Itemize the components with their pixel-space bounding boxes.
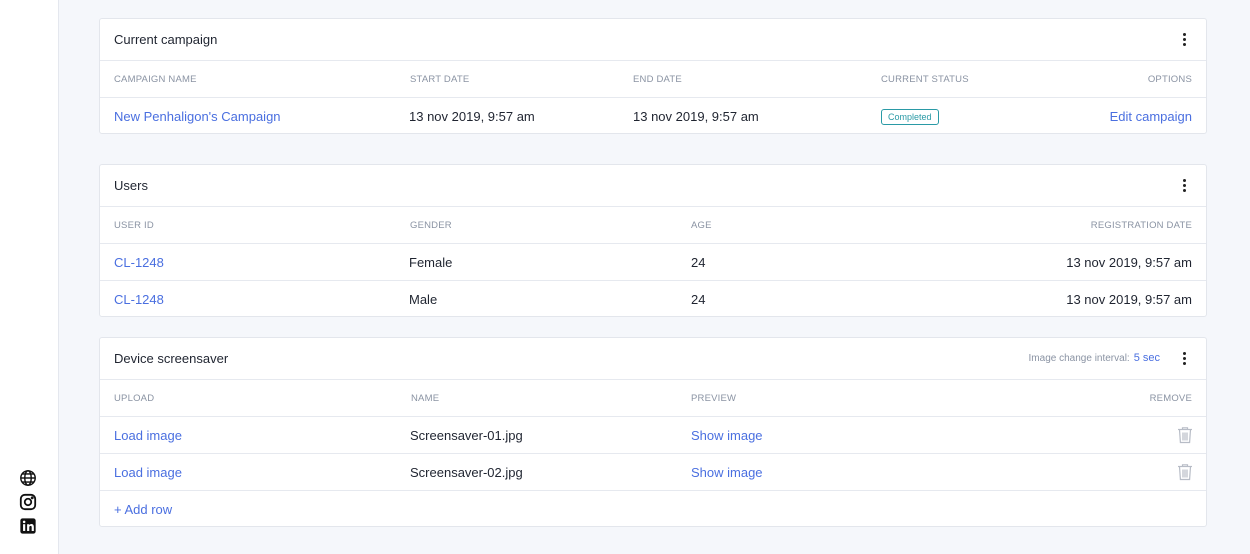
globe-icon[interactable]: [18, 468, 38, 488]
column-header: REGISTRATION DATE: [1090, 219, 1192, 231]
column-header: GENDER: [410, 219, 452, 231]
table-header: CAMPAIGN NAME START DATE END DATE CURREN…: [100, 61, 1206, 98]
trash-icon[interactable]: [1177, 454, 1193, 490]
add-row: + Add row: [100, 491, 1206, 528]
trash-icon[interactable]: [1177, 417, 1193, 453]
table-row: Load image Screensaver-02.jpg Show image: [100, 454, 1206, 491]
table-header: USER ID GENDER AGE REGISTRATION DATE: [100, 207, 1206, 244]
card-title: Users: [114, 178, 148, 193]
column-header: REMOVE: [1149, 392, 1192, 404]
column-header: PREVIEW: [691, 392, 737, 404]
user-id-link[interactable]: CL-1248: [114, 281, 164, 318]
start-date: 13 nov 2019, 9:57 am: [409, 109, 535, 124]
sidebar: [0, 0, 59, 554]
table-row: CL-1248 Male 24 13 nov 2019, 9:57 am: [100, 281, 1206, 318]
show-image-link[interactable]: Show image: [691, 454, 763, 490]
age: 24: [691, 254, 706, 270]
column-header: USER ID: [114, 219, 154, 231]
interval-label: Image change interval:: [1028, 353, 1130, 364]
column-header: CURRENT STATUS: [881, 73, 969, 85]
instagram-icon[interactable]: [18, 492, 38, 512]
column-header: END DATE: [633, 73, 682, 85]
status-cell: Completed: [881, 98, 939, 135]
card-title: Current campaign: [114, 32, 218, 47]
file-name: Screensaver-02.jpg: [410, 464, 523, 480]
table-header: UPLOAD NAME PREVIEW REMOVE: [100, 380, 1206, 417]
column-header: UPLOAD: [114, 392, 155, 404]
load-image-link[interactable]: Load image: [114, 454, 182, 490]
users-card: Users USER ID GENDER AGE REGISTRATION DA…: [99, 164, 1207, 317]
card-header: Device screensaver Image change interval…: [100, 338, 1206, 380]
status-badge: Completed: [881, 108, 939, 125]
column-header: NAME: [411, 392, 440, 404]
interval-value[interactable]: 5 sec: [1134, 352, 1160, 364]
age: 24: [691, 292, 706, 307]
user-id-link[interactable]: CL-1248: [114, 244, 164, 280]
campaign-name-link[interactable]: New Penhaligon's Campaign: [114, 98, 281, 135]
file-name: Screensaver-01.jpg: [410, 427, 523, 443]
load-image-link[interactable]: Load image: [114, 417, 182, 453]
more-options-icon[interactable]: [1178, 31, 1190, 47]
column-header: START DATE: [410, 73, 470, 85]
current-campaign-card: Current campaign CAMPAIGN NAME START DAT…: [99, 18, 1207, 134]
card-header: Current campaign: [100, 19, 1206, 61]
column-header: AGE: [691, 219, 712, 231]
add-row-button[interactable]: + Add row: [114, 491, 172, 528]
column-header: CAMPAIGN NAME: [114, 73, 197, 85]
device-screensaver-card: Device screensaver Image change interval…: [99, 337, 1207, 527]
linkedin-icon[interactable]: [18, 516, 38, 536]
table-row: New Penhaligon's Campaign 13 nov 2019, 9…: [100, 98, 1206, 135]
more-options-icon[interactable]: [1178, 177, 1190, 193]
more-options-icon[interactable]: [1178, 350, 1190, 366]
table-row: Load image Screensaver-01.jpg Show image: [100, 417, 1206, 454]
registration-date: 13 nov 2019, 9:57 am: [1066, 254, 1192, 270]
show-image-link[interactable]: Show image: [691, 417, 763, 453]
registration-date: 13 nov 2019, 9:57 am: [1066, 292, 1192, 307]
edit-campaign-link[interactable]: Edit campaign: [1110, 98, 1192, 135]
gender: Female: [409, 254, 453, 270]
card-header: Users: [100, 165, 1206, 207]
image-change-interval: Image change interval: 5 sec: [1029, 352, 1160, 364]
table-row: CL-1248 Female 24 13 nov 2019, 9:57 am: [100, 244, 1206, 281]
card-title: Device screensaver: [114, 351, 229, 366]
gender: Male: [409, 292, 438, 307]
end-date: 13 nov 2019, 9:57 am: [633, 109, 759, 124]
column-header: OPTIONS: [1147, 73, 1192, 85]
